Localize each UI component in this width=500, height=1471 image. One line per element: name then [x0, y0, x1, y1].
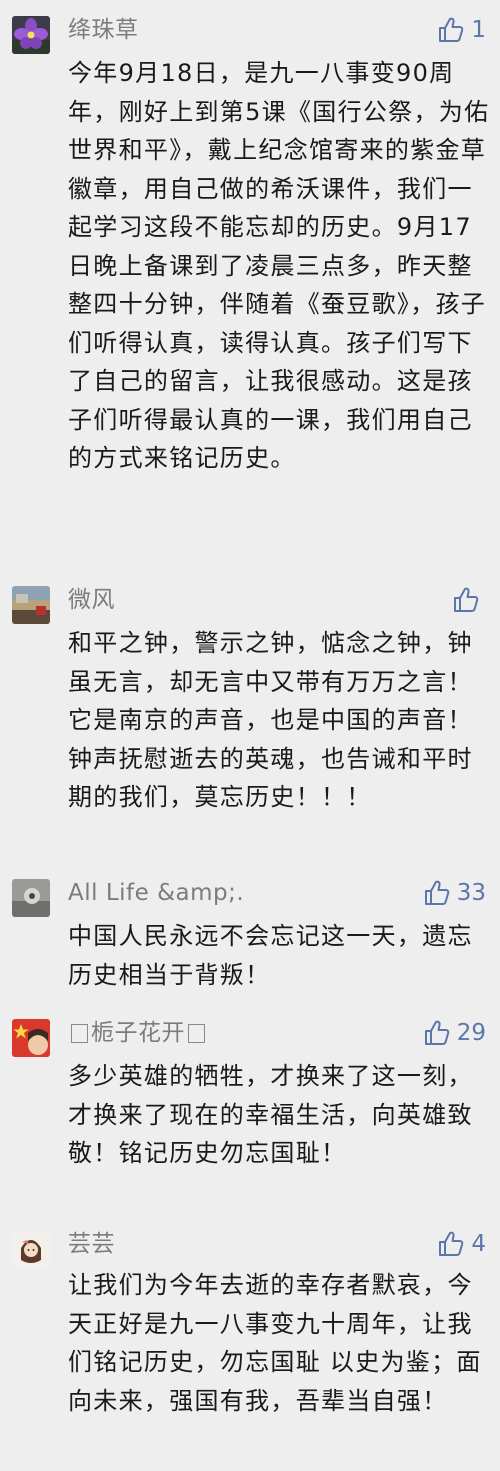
comment-nickname[interactable]: 微风 [68, 584, 115, 616]
comment-nickname[interactable]: All Life &amp;. [68, 877, 244, 909]
landscape-avatar-image [12, 586, 50, 624]
purple-flower-avatar-image [12, 16, 50, 54]
like-count: 33 [456, 880, 486, 906]
comment-nickname[interactable]: 芸芸 [68, 1228, 115, 1260]
like-count: 29 [456, 1020, 486, 1046]
like-count: 1 [471, 17, 486, 43]
flag-avatar-image [12, 1019, 50, 1057]
avatar[interactable] [12, 879, 50, 917]
cartoon-girl-avatar-image [12, 1230, 50, 1268]
avatar[interactable] [12, 1019, 50, 1057]
comment-item: 栀子花开 29 多少英雄的牺牲，才换来了这一刻，才换来了现在的幸福生活，向英雄致… [0, 1017, 500, 1222]
thumbs-up-icon [423, 879, 451, 907]
comment-item: 芸芸 4 让我们为今年去逝的幸存者默哀，今天正好是九一八事变九十周年，让我们铭记… [0, 1228, 500, 1471]
comment-list: 绛珠草 1 今年9月18日，是九一八事变90周年，刚好上到第5课《国行公祭，为佑… [0, 0, 500, 1471]
like-button[interactable]: 4 [437, 1228, 486, 1260]
comment-text: 和平之钟，警示之钟，惦念之钟，钟虽无言，却无言中又带有万万之言！它是南京的声音，… [68, 629, 473, 811]
thumbs-up-icon [437, 16, 465, 44]
like-button[interactable] [452, 584, 486, 616]
comment-text: 今年9月18日，是九一八事变90周年，刚好上到第5课《国行公祭，为佑世界和平》，… [68, 59, 490, 472]
thumbs-up-icon [452, 586, 480, 614]
like-button[interactable]: 1 [437, 14, 486, 46]
comment-text: 中国人民永远不会忘记这一天，遗忘历史相当于背叛！ [68, 922, 473, 989]
comment-nickname[interactable]: 栀子花开 [68, 1017, 208, 1049]
avatar[interactable] [12, 586, 50, 624]
like-count: 4 [471, 1231, 486, 1257]
comment-item: 绛珠草 1 今年9月18日，是九一八事变90周年，刚好上到第5课《国行公祭，为佑… [0, 14, 500, 584]
photo-avatar-image [12, 879, 50, 917]
thumbs-up-icon [423, 1019, 451, 1047]
thumbs-up-icon [437, 1230, 465, 1258]
comment-item: All Life &amp;. 33 中国人民永远不会忘记这一天，遗忘历史相当于… [0, 877, 500, 1009]
unknown-glyph-box [188, 1024, 205, 1043]
like-button[interactable]: 29 [423, 1017, 486, 1049]
comment-text: 让我们为今年去逝的幸存者默哀，今天正好是九一八事变九十周年，让我们铭记历史，勿忘… [68, 1271, 482, 1415]
comment-nickname[interactable]: 绛珠草 [68, 14, 139, 46]
unknown-glyph-box [71, 1024, 88, 1043]
avatar[interactable] [12, 16, 50, 54]
avatar[interactable] [12, 1230, 50, 1268]
comment-nickname-text: 栀子花开 [91, 1020, 185, 1046]
like-button[interactable]: 33 [423, 877, 486, 909]
comment-item: 微风 和平之钟，警示之钟，惦念之钟，钟虽无言，却无言中又带有万万之言！它是南京的… [0, 584, 500, 869]
comment-text: 多少英雄的牺牲，才换来了这一刻，才换来了现在的幸福生活，向英雄致敬！铭记历史勿忘… [68, 1062, 473, 1167]
